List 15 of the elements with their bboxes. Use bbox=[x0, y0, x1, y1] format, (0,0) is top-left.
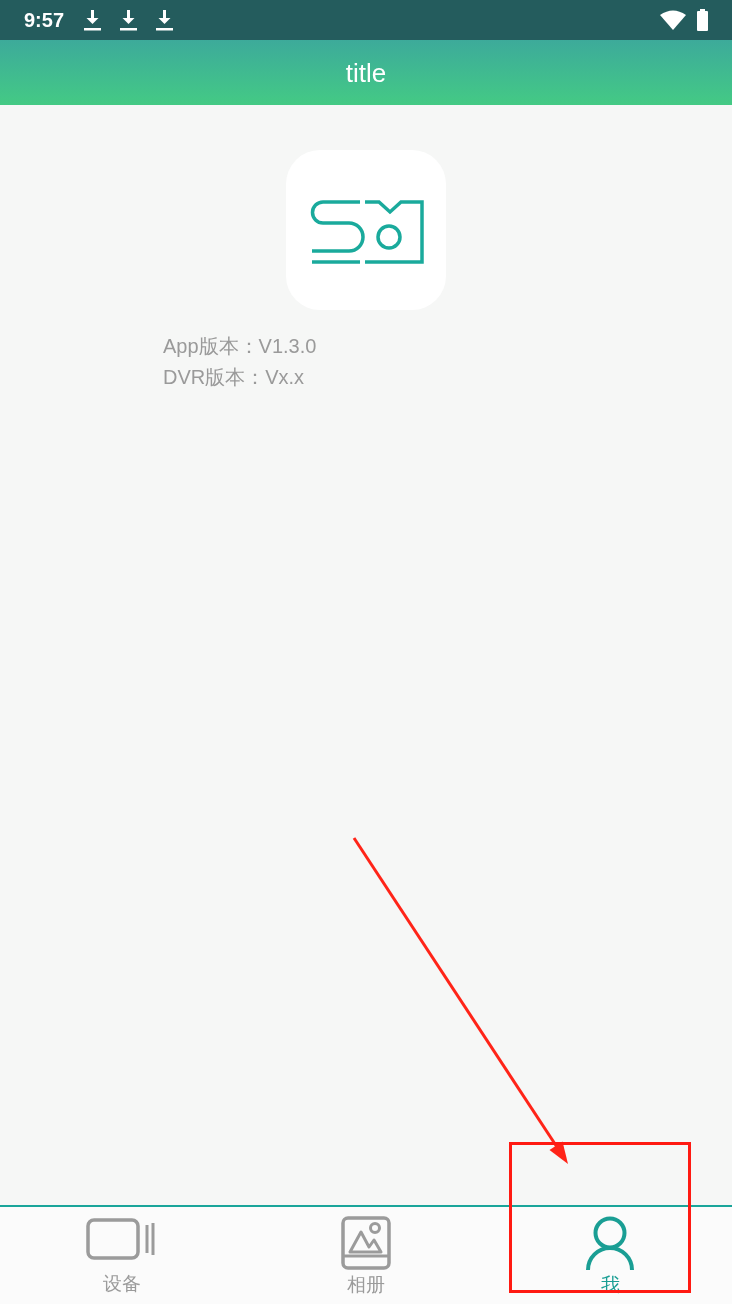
video-camera-icon bbox=[86, 1218, 158, 1260]
version-text: App版本：V1.3.0 bbox=[163, 334, 317, 359]
download-icon bbox=[156, 9, 174, 31]
person-icon bbox=[585, 1216, 635, 1270]
wifi-icon bbox=[660, 10, 686, 30]
tab-button[interactable]: 相册 bbox=[244, 1207, 488, 1304]
download-icon bbox=[120, 9, 138, 31]
status-time: 9:57 bbox=[24, 10, 65, 30]
battery-icon bbox=[697, 9, 708, 31]
header-title: title bbox=[345, 59, 387, 86]
picture-icon bbox=[341, 1216, 391, 1270]
download-icon bbox=[84, 9, 102, 31]
version-text: DVR版本：Vx.x bbox=[163, 365, 305, 390]
tab-button[interactable]: 设备 bbox=[0, 1207, 244, 1304]
app-logo-icon bbox=[286, 150, 446, 310]
